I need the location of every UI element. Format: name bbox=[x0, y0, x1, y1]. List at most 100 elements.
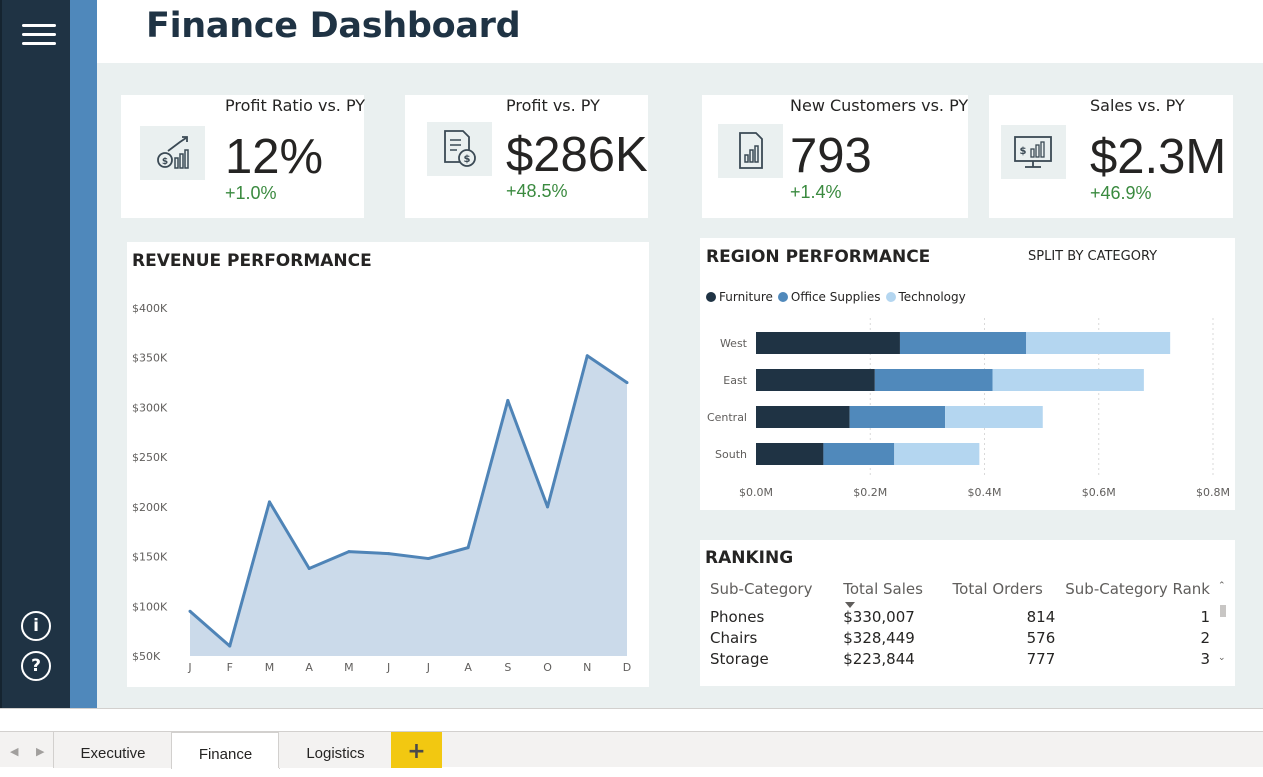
tab-finance[interactable]: Finance bbox=[171, 732, 280, 769]
y-category-label: South bbox=[715, 448, 747, 461]
data-point[interactable] bbox=[307, 567, 311, 571]
y-tick-label: $50K bbox=[132, 650, 161, 663]
cell: 1 bbox=[1200, 607, 1210, 626]
svg-text:$: $ bbox=[1020, 146, 1027, 157]
question-circle-icon[interactable]: ? bbox=[21, 651, 51, 681]
column-header-total-orders[interactable]: Total Orders bbox=[953, 580, 1066, 606]
invoice-dollar-icon: $ bbox=[427, 122, 492, 176]
region-stacked-bar-chart: $0.0M $0.2M $0.4M $0.6M $0.8M West East Central… bbox=[707, 318, 1230, 499]
kpi-value: $2.3M bbox=[1090, 130, 1227, 184]
kpi-delta: +1.4% bbox=[790, 182, 842, 202]
cell: $330,007 bbox=[843, 607, 915, 626]
kpi-value: $286K bbox=[506, 128, 648, 182]
kpi-delta: +46.9% bbox=[1090, 183, 1152, 203]
kpi-value: 793 bbox=[790, 129, 872, 183]
sort-descending-icon[interactable] bbox=[845, 602, 855, 608]
bar-segment[interactable] bbox=[756, 369, 875, 391]
add-page-button[interactable]: + bbox=[391, 732, 442, 768]
bar-segment[interactable] bbox=[756, 443, 824, 465]
data-point[interactable] bbox=[347, 550, 351, 554]
left-nav-rail: i ? bbox=[0, 0, 70, 708]
kpi-card-profit-ratio[interactable]: Profit Ratio vs. PY $ 12% +1.0% bbox=[121, 95, 366, 218]
tab-scroll-left-icon[interactable]: ◀ bbox=[10, 745, 18, 758]
kpi-card-sales[interactable]: Sales vs. PY $ $2.3M +46.9% bbox=[989, 95, 1233, 218]
chevron-up-icon[interactable]: ⌃ bbox=[1218, 580, 1226, 591]
x-tick-label: F bbox=[227, 661, 233, 674]
y-tick-label: $350K bbox=[132, 352, 168, 365]
ranking-panel[interactable]: RANKING Sub-Category Total Sales Total O… bbox=[700, 540, 1235, 686]
y-tick-label: $100K bbox=[132, 600, 168, 613]
svg-text:$: $ bbox=[162, 157, 168, 167]
bar-segment[interactable] bbox=[945, 406, 1043, 428]
monitor-dollar-chart-icon: $ bbox=[1001, 125, 1066, 179]
x-tick-label: N bbox=[583, 661, 591, 674]
kpi-title: Sales vs. PY bbox=[1090, 96, 1185, 115]
table-scrollbar[interactable]: ⌃ ⌄ bbox=[1218, 580, 1228, 672]
bar-segment[interactable] bbox=[823, 443, 895, 465]
kpi-title: Profit Ratio vs. PY bbox=[225, 96, 366, 115]
tab-scroll-right-icon[interactable]: ▶ bbox=[36, 745, 44, 758]
info-circle-icon[interactable]: i bbox=[21, 611, 51, 641]
cell: $223,844 bbox=[843, 649, 915, 668]
cell: 576 bbox=[1026, 628, 1056, 647]
data-point[interactable] bbox=[506, 398, 510, 402]
page-title: Finance Dashboard bbox=[146, 6, 521, 46]
kpi-card-new-customers[interactable]: New Customers vs. PY 793 +1.4% bbox=[702, 95, 968, 218]
data-point[interactable] bbox=[387, 552, 391, 556]
scroll-thumb[interactable] bbox=[1220, 605, 1226, 617]
cell: 814 bbox=[1026, 607, 1056, 626]
y-tick-label: $200K bbox=[132, 501, 168, 514]
bar-segment[interactable] bbox=[756, 406, 850, 428]
y-tick-label: $150K bbox=[132, 551, 168, 564]
x-tick-label: $0.8M bbox=[1196, 486, 1230, 499]
data-point[interactable] bbox=[546, 505, 550, 509]
data-point[interactable] bbox=[585, 354, 589, 358]
kpi-delta: +1.0% bbox=[225, 183, 277, 203]
bar-segment[interactable] bbox=[874, 369, 993, 391]
document-chart-icon bbox=[718, 124, 783, 178]
page-tab-bar: ◀ ▶ Executive Finance Logistics + bbox=[0, 708, 1263, 769]
table-row[interactable]: Chairs $328,449 576 2 bbox=[710, 627, 1210, 648]
x-tick-label: O bbox=[543, 661, 552, 674]
bar-segment[interactable] bbox=[1026, 332, 1171, 354]
x-tick-label: $0.6M bbox=[1082, 486, 1116, 499]
y-tick-label: $250K bbox=[132, 451, 168, 464]
y-tick-label: $400K bbox=[132, 302, 168, 315]
data-point[interactable] bbox=[188, 609, 192, 613]
bar-segment[interactable] bbox=[992, 369, 1144, 391]
cell: Storage bbox=[710, 649, 769, 668]
kpi-card-profit[interactable]: Profit vs. PY $ $286K +48.5% bbox=[405, 95, 648, 218]
bar-segment[interactable] bbox=[894, 443, 980, 465]
x-tick-label: M bbox=[265, 661, 275, 674]
table-row[interactable]: Phones $330,007 814 1 bbox=[710, 606, 1210, 627]
column-header-total-sales[interactable]: Total Sales bbox=[843, 580, 952, 606]
area-fill bbox=[190, 355, 627, 656]
bar-segment[interactable] bbox=[756, 332, 900, 354]
data-point[interactable] bbox=[625, 381, 629, 385]
bar-segment[interactable] bbox=[899, 332, 1027, 354]
revenue-performance-panel[interactable]: REVENUE PERFORMANCE $400K $350K $300K $250K… bbox=[127, 242, 649, 687]
cell: $328,449 bbox=[843, 628, 915, 647]
region-performance-panel[interactable]: REGION PERFORMANCE SPLIT BY CATEGORY Fur… bbox=[700, 238, 1235, 510]
chevron-down-icon[interactable]: ⌄ bbox=[1218, 652, 1226, 663]
tab-logistics[interactable]: Logistics bbox=[278, 732, 393, 768]
column-header-rank[interactable]: Sub-Category Rank bbox=[1065, 580, 1210, 606]
y-tick-label: $300K bbox=[132, 401, 168, 414]
x-tick-label: $0.2M bbox=[853, 486, 887, 499]
data-point[interactable] bbox=[426, 557, 430, 561]
hamburger-menu-icon[interactable] bbox=[14, 14, 62, 54]
page-header: Finance Dashboard bbox=[97, 0, 1263, 63]
x-tick-label: S bbox=[504, 661, 511, 674]
x-tick-label: $0.4M bbox=[968, 486, 1002, 499]
y-category-label: West bbox=[720, 337, 748, 350]
data-point[interactable] bbox=[267, 500, 271, 504]
tab-executive[interactable]: Executive bbox=[53, 732, 173, 768]
x-tick-label: M bbox=[344, 661, 354, 674]
kpi-delta: +48.5% bbox=[506, 181, 568, 201]
column-header-sub-category[interactable]: Sub-Category bbox=[710, 580, 843, 606]
data-point[interactable] bbox=[466, 546, 470, 550]
bar-segment[interactable] bbox=[849, 406, 946, 428]
table-row[interactable]: Storage $223,844 777 3 bbox=[710, 648, 1210, 669]
data-point[interactable] bbox=[228, 644, 232, 648]
x-tick-label: J bbox=[187, 661, 191, 674]
